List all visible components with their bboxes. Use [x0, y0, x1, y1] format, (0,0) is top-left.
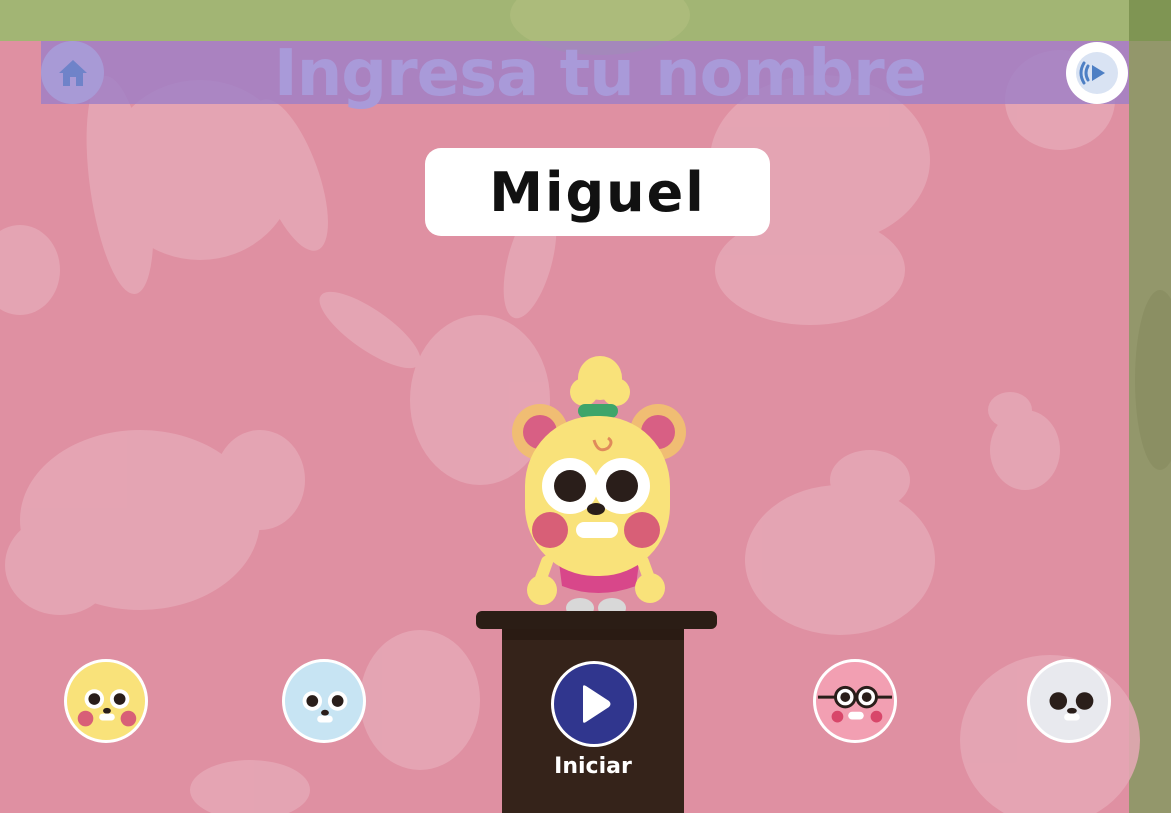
home-icon: [58, 59, 87, 86]
selected-character: [512, 356, 686, 615]
blue-bunny-face-icon: [302, 691, 348, 723]
play-icon: [583, 685, 611, 723]
white-cat-face-icon: [1049, 692, 1094, 721]
character-blue-bunny[interactable]: [282, 659, 366, 743]
character-pink-glasses[interactable]: [813, 659, 897, 743]
podium-top: [476, 611, 717, 629]
start-label: Iniciar: [554, 754, 632, 779]
character-white-cat[interactable]: [1027, 659, 1111, 743]
page-title: Ingresa tu nombre: [273, 37, 927, 111]
character-yellow-bear[interactable]: [64, 659, 148, 743]
name-field[interactable]: Miguel: [425, 148, 770, 236]
speaker-icon: [1076, 52, 1118, 94]
home-button[interactable]: [41, 41, 104, 104]
pink-glasses-face-icon: [817, 685, 893, 723]
start-button[interactable]: [551, 661, 637, 747]
yellow-bear-face-icon: [77, 689, 137, 727]
audio-button[interactable]: [1066, 42, 1128, 104]
